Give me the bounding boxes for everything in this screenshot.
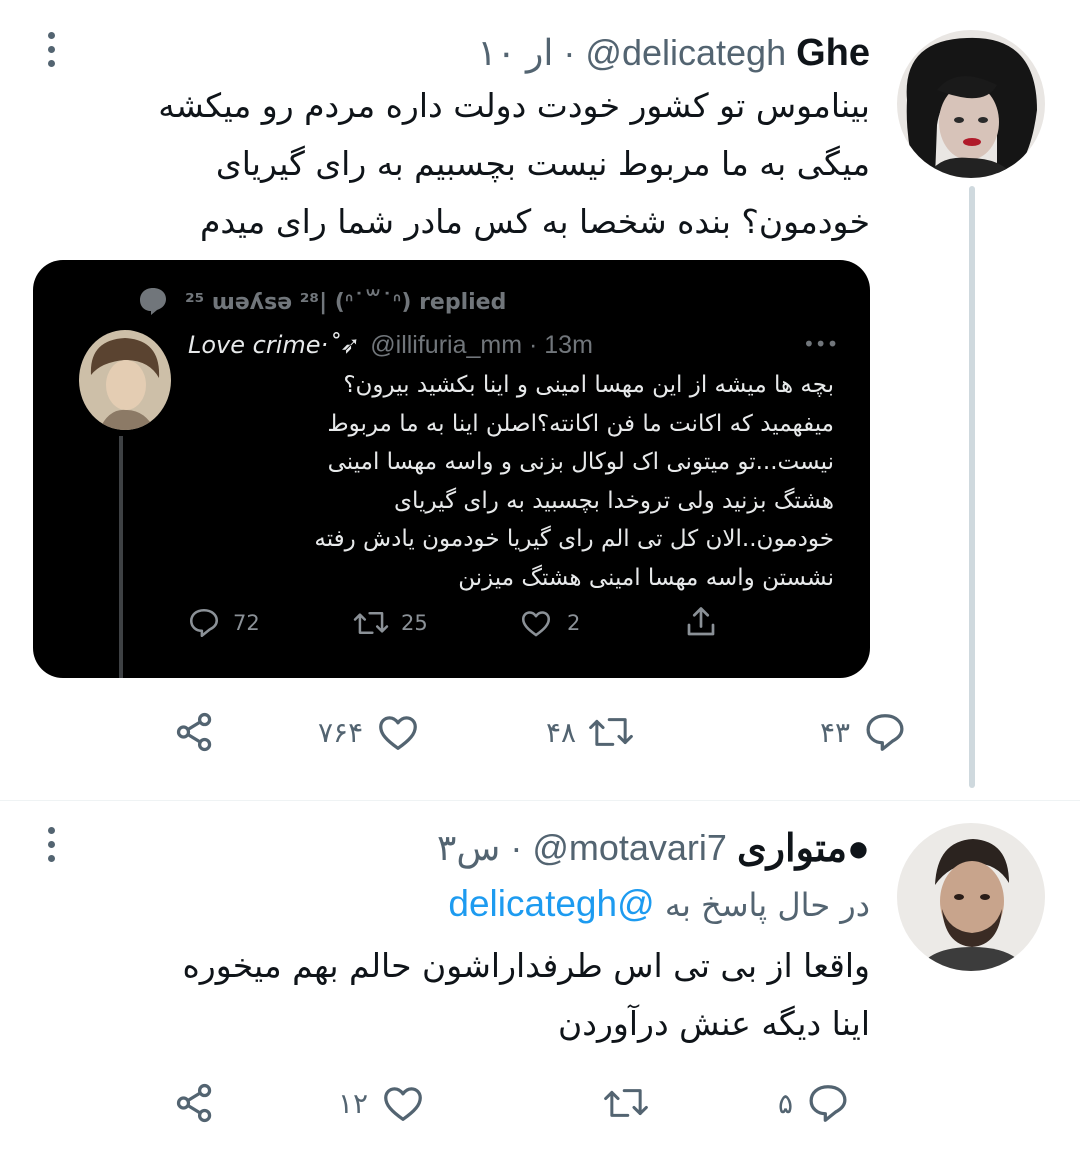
embedded-text-line: میفهمید که اکانت ما فن اکانته؟اصلن اینا …: [327, 410, 834, 437]
share-icon: [176, 1083, 212, 1123]
display-name[interactable]: Ghe: [796, 32, 870, 75]
embedded-retweet-count: 25: [401, 611, 428, 635]
upload-icon: [683, 604, 719, 644]
like-button[interactable]: ۱۲: [338, 1073, 426, 1133]
share-button[interactable]: [172, 702, 218, 762]
embedded-screenshot[interactable]: ²⁵ ɯǝʎsǝ ²⁸| (ᐢ˙꒳˙ᐢ) replied Love crime·…: [33, 260, 870, 678]
embedded-thread-line: [119, 436, 123, 678]
more-options-icon[interactable]: [48, 32, 58, 72]
avatar[interactable]: [897, 30, 1045, 178]
embedded-retweet: 25: [353, 606, 428, 640]
tweet-item[interactable]: متواری● @motavari7 · ۳س در حال پاسخ به @…: [0, 800, 1080, 1155]
embedded-text-line: خودمون..الان کل تی الم رای گیریا خودمون …: [314, 526, 834, 552]
user-handle[interactable]: @delicategh: [585, 32, 786, 74]
replied-label: ²⁵ ɯǝʎsǝ ²⁸| (ᐢ˙꒳˙ᐢ) replied: [185, 290, 507, 315]
reply-button[interactable]: ۵: [778, 1073, 851, 1133]
retweet-icon: [353, 612, 389, 634]
reply-button[interactable]: ۴۳: [820, 702, 908, 762]
timestamp[interactable]: ۳س: [437, 827, 500, 869]
embedded-reply-count: 72: [233, 611, 260, 635]
like-icon: [379, 716, 418, 750]
embedded-like-count: 2: [567, 611, 581, 635]
embedded-text-line: هشتگ بزنید ولی تروخدا بچسبید به رای گیری…: [394, 487, 834, 514]
reply-count: ۴۳: [820, 715, 851, 749]
reply-icon: [866, 714, 904, 751]
embedded-text-line: نیست...تو میتونی اک لوکال بزنی و واسه مه…: [327, 449, 834, 475]
separator: ·: [563, 32, 576, 73]
reply-to-prefix: در حال پاسخ به: [664, 886, 870, 924]
like-icon: [521, 611, 551, 637]
embedded-more-icon: •••: [803, 332, 839, 356]
reply-icon: [189, 608, 219, 638]
like-icon: [384, 1087, 422, 1121]
thread-line: [969, 186, 975, 788]
user-handle[interactable]: @motavari7: [532, 827, 727, 869]
avatar[interactable]: [897, 823, 1045, 971]
embedded-text-line: بچه ها میشه از این مهسا امینی و اینا بکش…: [343, 372, 834, 398]
tweet-header: Ghe @delicategh · ۱۰ ار: [477, 30, 870, 76]
retweet-icon: [604, 1089, 648, 1117]
embedded-text-line: نشستن واسه مهسا امینی هشتگ میزنن: [458, 564, 834, 591]
retweet-icon: [589, 718, 633, 746]
share-icon: [176, 712, 212, 752]
embedded-handle: @illifuria_mm · 13m: [370, 330, 593, 359]
tweet-text: بیناموس تو کشور خودت دولت داره مردم رو م…: [110, 77, 870, 251]
tweet-text-line: واقعا از بی تی اس طرفداراشون حالم بهم می…: [182, 946, 870, 985]
tweet-text: واقعا از بی تی اس طرفداراشون حالم بهم می…: [110, 937, 870, 1053]
tweet-text-line: اینا دیگه عنش درآوردن: [558, 1004, 870, 1043]
embedded-avatar: [79, 330, 171, 430]
timestamp[interactable]: ۱۰ ار: [477, 32, 553, 74]
display-name[interactable]: متواری●: [737, 826, 870, 871]
more-options-icon[interactable]: [48, 827, 58, 867]
embedded-text: بچه ها میشه از این مهسا امینی و اینا بکش…: [184, 366, 834, 597]
tweet-text-line: خودمون؟ بنده شخصا به کس مادر شما رای مید…: [199, 202, 870, 241]
retweet-button[interactable]: ۴۸: [546, 702, 634, 762]
retweet-button[interactable]: [603, 1073, 649, 1133]
chat-bubble-icon: [137, 285, 169, 321]
tweet-header: متواری● @motavari7 · ۳س: [437, 825, 870, 871]
separator: ·: [510, 827, 523, 868]
tweet-text-line: بیناموس تو کشور خودت دولت داره مردم رو م…: [158, 86, 870, 125]
retweet-count: ۴۸: [546, 715, 577, 749]
reply-icon: [809, 1085, 847, 1122]
tweet-item[interactable]: Ghe @delicategh · ۱۰ ار بیناموس تو کشور …: [0, 0, 1080, 800]
replying-to: در حال پاسخ به @delicategh: [448, 883, 870, 925]
reply-to-mention[interactable]: @delicategh: [448, 883, 654, 924]
embedded-reply: 72: [187, 606, 260, 640]
embedded-like: 2: [519, 606, 580, 640]
like-button[interactable]: ۷۶۴: [318, 702, 421, 762]
like-count: ۱۲: [338, 1086, 369, 1120]
embedded-header: Love crime·˚➶ @illifuria_mm · 13m: [188, 328, 593, 362]
tweet-text-line: میگی به ما مربوط نیست بچسبیم به رای گیری…: [215, 144, 870, 183]
share-button[interactable]: [172, 1073, 218, 1133]
embedded-display-name: Love crime·˚➶: [188, 331, 361, 359]
like-count: ۷۶۴: [318, 715, 364, 749]
reply-count: ۵: [778, 1086, 794, 1120]
